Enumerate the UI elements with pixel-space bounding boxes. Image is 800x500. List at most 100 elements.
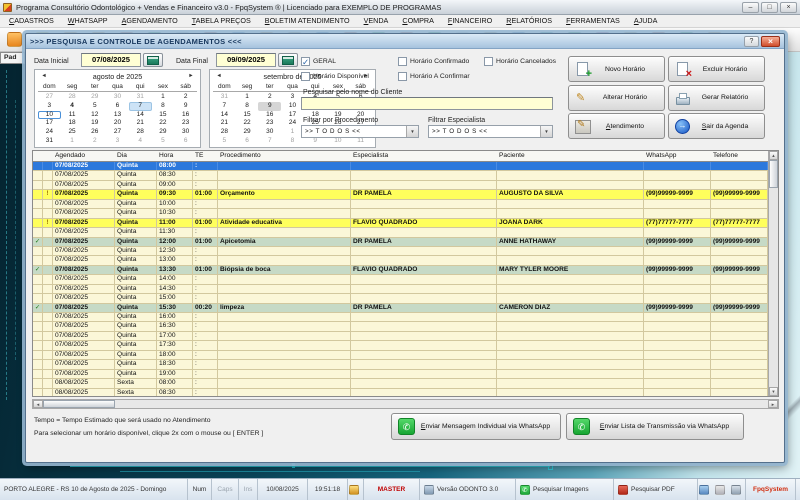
calendar-day[interactable]: 8 — [281, 137, 304, 146]
checkbox-horario-confirmado[interactable]: Horário Confirmado — [398, 57, 469, 66]
menu-item[interactable]: COMPRA — [395, 15, 441, 27]
calendar-day[interactable]: 6 — [174, 137, 197, 146]
minimize-button[interactable]: – — [742, 2, 759, 13]
table-row[interactable]: 08/08/2025 Sexta 08:00 : — [33, 379, 768, 388]
data-inicial-input[interactable]: 07/08/2025 — [81, 53, 141, 67]
calendar-day[interactable]: 30 — [174, 128, 197, 137]
menu-item[interactable]: CADASTROS — [2, 15, 61, 27]
calendar-day[interactable]: 2 — [83, 137, 106, 146]
close-button[interactable]: × — [780, 2, 797, 13]
menu-item[interactable]: RELATÓRIOS — [499, 15, 559, 27]
scroll-up-icon[interactable]: ▲ — [769, 151, 778, 160]
calendar-day[interactable]: 9 — [174, 102, 197, 111]
table-row[interactable]: 07/08/2025 Quinta 17:00 : — [33, 332, 768, 341]
tool-icon-2[interactable] — [715, 485, 725, 495]
header-dia[interactable]: Dia — [115, 151, 157, 161]
calendar-day[interactable]: 29 — [83, 93, 106, 102]
header-whatsapp[interactable]: WhatsApp — [644, 151, 711, 161]
calendar-day[interactable]: 8 — [236, 102, 259, 111]
header-telefone[interactable]: Telefone — [711, 151, 768, 161]
calendar-day[interactable]: 23 — [174, 119, 197, 128]
data-final-input[interactable]: 09/09/2025 — [216, 53, 276, 67]
table-row[interactable]: 07/08/2025 Quinta 19:00 : — [33, 370, 768, 379]
tool-icon-1[interactable] — [699, 485, 709, 495]
help-button[interactable]: ? — [744, 36, 759, 47]
table-row[interactable]: 07/08/2025 Quinta 14:00 : — [33, 275, 768, 284]
table-row[interactable]: ✓ 07/08/2025 Quinta 13:30 01:00 Biópsia … — [33, 266, 768, 275]
calendar-day[interactable]: 5 — [83, 102, 106, 111]
restore-button[interactable]: □ — [761, 2, 778, 13]
scroll-left-icon[interactable]: ◄ — [33, 400, 43, 408]
calendar-day[interactable]: 8 — [152, 102, 175, 111]
calendar-day[interactable]: 26 — [83, 128, 106, 137]
calendar-day[interactable]: 4 — [129, 137, 152, 146]
table-row[interactable]: 07/08/2025 Quinta 10:30 : — [33, 209, 768, 218]
calendar-day[interactable]: 28 — [129, 128, 152, 137]
scroll-down-icon[interactable]: ▼ — [769, 387, 778, 396]
calendar-day[interactable]: 19 — [83, 119, 106, 128]
calendar-day[interactable]: 6 — [106, 102, 129, 111]
calendar-next-icon[interactable]: ► — [182, 73, 200, 79]
calendar-day[interactable]: 7 — [213, 102, 236, 111]
table-row[interactable]: 07/08/2025 Quinta 16:00 : — [33, 313, 768, 322]
calendar-day[interactable]: 2 — [258, 93, 281, 102]
calendar-day[interactable]: 24 — [38, 128, 61, 137]
table-row[interactable]: 07/08/2025 Quinta 11:30 : — [33, 228, 768, 237]
table-row[interactable]: ! 07/08/2025 Quinta 09:30 01:00 Orçament… — [33, 190, 768, 199]
whatsapp-broadcast-button[interactable]: ✆ Enviar Lista de Transmissão via WhatsA… — [566, 413, 744, 440]
dialog-close-button[interactable]: × — [761, 36, 780, 47]
horizontal-scrollbar[interactable]: ◄ ► — [32, 399, 779, 409]
calendar-day[interactable]: 31 — [38, 137, 61, 146]
table-row[interactable]: 07/08/2025 Quinta 14:30 : — [33, 285, 768, 294]
calendar-day[interactable]: 25 — [61, 128, 84, 137]
header-te[interactable]: TE — [193, 151, 218, 161]
table-row[interactable]: 07/08/2025 Quinta 10:00 : — [33, 200, 768, 209]
calendar-day[interactable]: 15 — [236, 111, 259, 120]
calendar-day[interactable]: 9 — [304, 137, 327, 146]
calendar-day[interactable]: 20 — [106, 119, 129, 128]
table-row[interactable]: 07/08/2025 Quinta 17:30 : — [33, 341, 768, 350]
calendar-day[interactable]: 16 — [258, 111, 281, 120]
header-agendado[interactable]: Agendado — [53, 151, 115, 161]
calendar-day[interactable]: 1 — [61, 137, 84, 146]
action-button[interactable]: → Sair da Agenda — [668, 113, 765, 139]
calendar-day[interactable]: 14 — [129, 111, 152, 120]
table-row[interactable]: ! 07/08/2025 Quinta 11:00 01:00 Atividad… — [33, 219, 768, 228]
filter-procedure-select[interactable]: >> T O D O S << ▼ — [301, 125, 419, 138]
action-button[interactable]: ✎ Alterar Horário — [568, 85, 665, 111]
calendar-prev-icon[interactable]: ◄ — [35, 73, 53, 79]
header-procedimento[interactable]: Procedimento — [218, 151, 351, 161]
calendar-day[interactable]: 16 — [174, 111, 197, 120]
table-row[interactable]: 07/08/2025 Quinta 09:00 : — [33, 181, 768, 190]
checkbox-horario-cancelados[interactable]: Horário Cancelados — [484, 57, 556, 66]
calendar-day[interactable]: 14 — [213, 111, 236, 120]
calendar-day[interactable]: 6 — [236, 137, 259, 146]
menu-item[interactable]: FINANCEIRO — [441, 15, 499, 27]
table-row[interactable]: ✓ 07/08/2025 Quinta 15:30 00:20 limpeza … — [33, 304, 768, 313]
header-especialista[interactable]: Especialista — [351, 151, 497, 161]
menu-item[interactable]: VENDA — [357, 15, 396, 27]
table-row[interactable]: 07/08/2025 Quinta 12:30 : — [33, 247, 768, 256]
calendar-day[interactable]: 10 — [327, 137, 350, 146]
table-row[interactable]: 07/08/2025 Quinta 15:00 : — [33, 294, 768, 303]
calendar-day[interactable]: 22 — [152, 119, 175, 128]
client-search-input[interactable] — [301, 97, 553, 110]
calendar-day[interactable]: 3 — [38, 102, 61, 111]
table-row[interactable]: 07/08/2025 Quinta 13:00 : — [33, 256, 768, 265]
whatsapp-individual-button[interactable]: ✆ Enviar Mensagem Individual via WhatsAp… — [391, 413, 561, 440]
calendar-day[interactable]: 21 — [213, 119, 236, 128]
action-button[interactable]: Novo Horário — [568, 56, 665, 82]
calendar-day[interactable]: 29 — [152, 128, 175, 137]
calendar-day[interactable]: 18 — [61, 119, 84, 128]
calendar-day[interactable]: 5 — [213, 137, 236, 146]
calendar-day[interactable]: 15 — [152, 111, 175, 120]
table-row[interactable]: 08/08/2025 Sexta 08:30 : — [33, 389, 768, 397]
calendar-day[interactable]: 27 — [106, 128, 129, 137]
calendar-day[interactable]: 17 — [38, 119, 61, 128]
calendar-day[interactable]: 17 — [281, 111, 304, 120]
vertical-scrollbar[interactable]: ▲ ▼ — [768, 151, 778, 396]
calendar-day[interactable]: 22 — [236, 119, 259, 128]
menu-item[interactable]: BOLETIM ATENDIMENTO — [258, 15, 357, 27]
calendar-day[interactable]: 2 — [174, 93, 197, 102]
calendar-day[interactable]: 27 — [38, 93, 61, 102]
